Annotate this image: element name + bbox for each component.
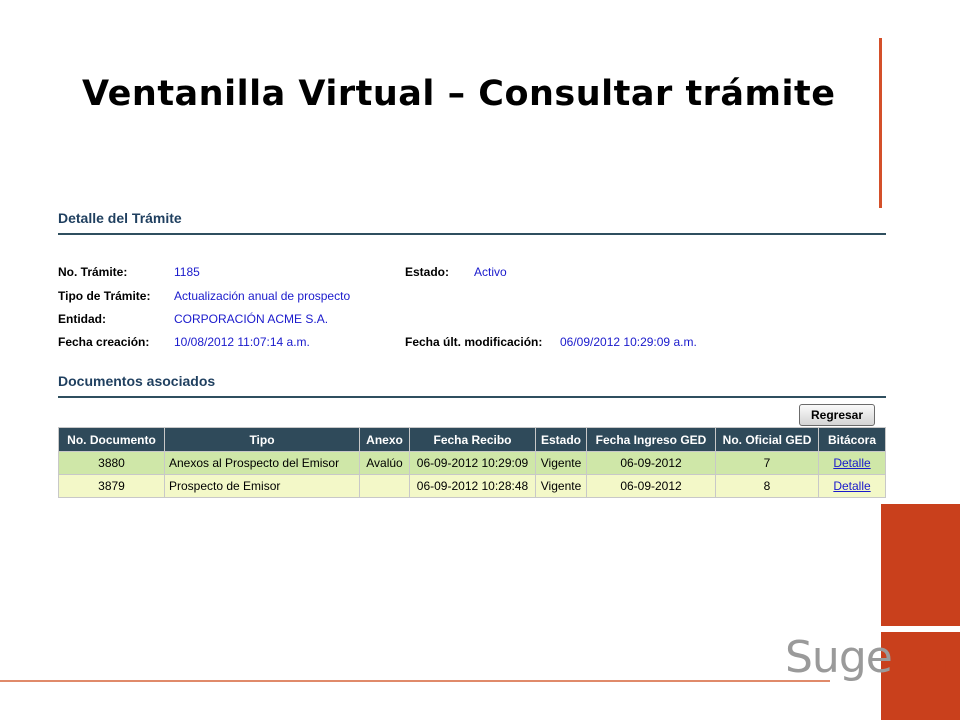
no-tramite-value: 1185 [174,265,200,279]
col-tipo: Tipo [164,427,360,452]
cell-fecha-ingreso-ged: 06-09-2012 [586,451,717,475]
detalle-link[interactable]: Detalle [833,456,870,470]
cell-tipo: Anexos al Prospecto del Emisor [164,451,360,475]
table-header-row: No. Documento Tipo Anexo Fecha Recibo Es… [58,427,887,452]
no-tramite-label: No. Trámite: [58,265,128,279]
documents-table: No. Documento Tipo Anexo Fecha Recibo Es… [58,427,887,498]
detalle-link[interactable]: Detalle [833,479,870,493]
logo-part-2: val [891,632,960,683]
regresar-button[interactable]: Regresar [799,404,875,426]
entidad-label: Entidad: [58,312,106,326]
cell-bitacora: Detalle [818,474,887,498]
tipo-tramite-label: Tipo de Trámite: [58,289,151,303]
col-anexo: Anexo [359,427,410,452]
cell-anexo [359,474,410,498]
cell-anexo: Avalúo [359,451,410,475]
cell-fecha-recibo: 06-09-2012 10:28:48 [409,474,536,498]
cell-fecha-ingreso-ged: 06-09-2012 [586,474,717,498]
detail-section-rule [58,233,886,235]
cell-no-oficial-ged: 8 [715,474,820,498]
logo-part-1: Suge [785,632,893,683]
sugeval-logo: Sugeval [785,632,960,683]
cell-no-documento: 3880 [58,451,165,475]
cell-bitacora: Detalle [818,451,887,475]
slide-title: Ventanilla Virtual – Consultar trámite [82,74,836,114]
cell-no-oficial-ged: 7 [715,451,820,475]
col-fecha-ingreso-ged: Fecha Ingreso GED [586,427,717,452]
cell-estado: Vigente [534,451,588,475]
accent-vertical-line [879,38,882,208]
tipo-tramite-value: Actualización anual de prospecto [174,289,351,303]
fecha-modificacion-value: 06/09/2012 10:29:09 a.m. [560,335,697,349]
entidad-value: CORPORACIÓN ACME S.A. [174,312,329,326]
estado-label: Estado: [405,265,450,279]
col-bitacora: Bitácora [818,427,887,452]
col-no-documento: No. Documento [58,427,165,452]
detail-section-title: Detalle del Trámite [58,210,182,226]
cell-no-documento: 3879 [58,474,165,498]
col-estado: Estado [534,427,588,452]
table-row: 3879 Prospecto de Emisor 06-09-2012 10:2… [58,474,887,498]
documents-section-rule [58,396,886,398]
estado-value: Activo [474,265,507,279]
table-row: 3880 Anexos al Prospecto del Emisor Aval… [58,451,887,475]
cell-estado: Vigente [534,474,588,498]
bottom-divider [0,680,830,682]
fecha-creacion-label: Fecha creación: [58,335,150,349]
col-no-oficial-ged: No. Oficial GED [715,427,820,452]
documents-section-title: Documentos asociados [58,373,216,389]
cell-fecha-recibo: 06-09-2012 10:29:09 [409,451,536,475]
fecha-modificacion-label: Fecha últ. modificación: [405,335,543,349]
accent-block [881,504,960,720]
cell-tipo: Prospecto de Emisor [164,474,360,498]
fecha-creacion-value: 10/08/2012 11:07:14 a.m. [174,335,310,349]
col-fecha-recibo: Fecha Recibo [409,427,536,452]
